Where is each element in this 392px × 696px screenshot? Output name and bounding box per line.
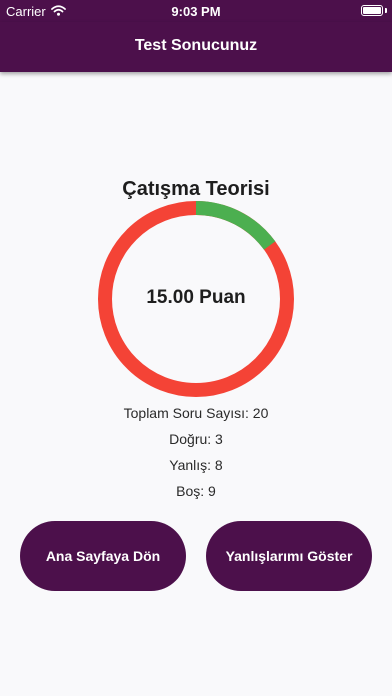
status-bar: Carrier 9:03 PM [0, 0, 392, 22]
home-button-label: Ana Sayfaya Dön [45, 548, 161, 564]
test-name: Çatışma Teorisi [122, 178, 270, 200]
show-wrong-answers-label: Yanlışlarımı Göster [225, 548, 353, 564]
app-bar: Test Sonucunuz [0, 22, 392, 72]
battery-icon [361, 5, 383, 16]
total-questions-stat: Toplam Soru Sayısı: 20 [123, 405, 269, 421]
battery-tip [385, 8, 387, 13]
show-wrong-answers-button[interactable]: Yanlışlarımı Göster [206, 521, 372, 591]
app-bar-title: Test Sonucunuz [134, 37, 258, 54]
battery-fill [363, 7, 381, 14]
wrong-count-stat: Yanlış: 8 [169, 457, 223, 473]
score-label: 15.00 Puan [146, 287, 246, 308]
correct-count-stat: Doğru: 3 [169, 431, 223, 447]
home-button[interactable]: Ana Sayfaya Dön [20, 521, 186, 591]
empty-count-stat: Boş: 9 [176, 483, 216, 499]
status-time: 9:03 PM [171, 4, 221, 19]
